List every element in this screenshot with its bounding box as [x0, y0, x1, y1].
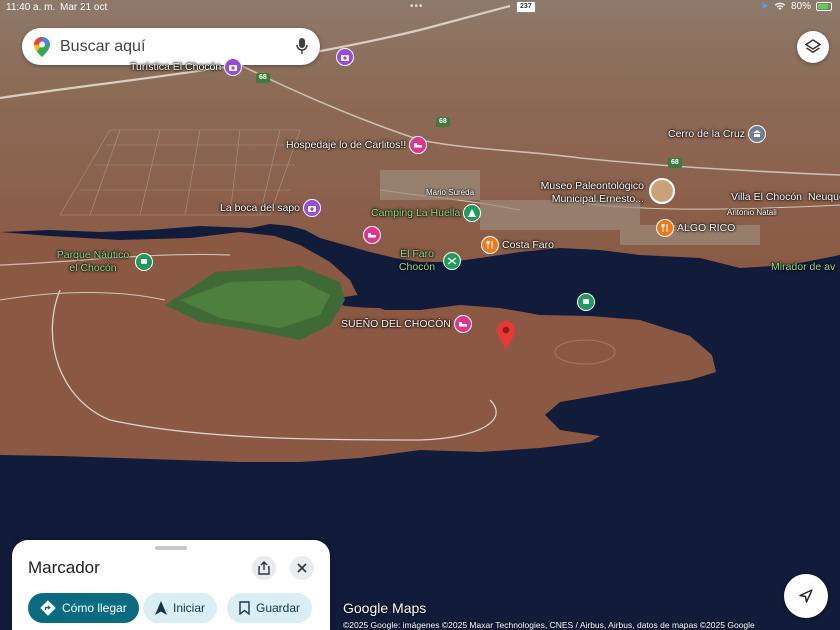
battery-icon	[816, 2, 832, 11]
save-label: Guardar	[256, 601, 301, 615]
mic-icon[interactable]	[296, 38, 308, 55]
bed-icon	[453, 315, 472, 333]
poi-label: ALGO RICO	[677, 222, 736, 234]
place-sheet[interactable]: Marcador Cómo llegar Iniciar Guardar	[12, 540, 330, 630]
status-date: Mar 21 oct	[60, 2, 108, 13]
status-time: 11:40 a. m.	[6, 2, 56, 13]
poi-label: Museo Paleontológico Municipal Ernesto..…	[540, 180, 644, 205]
directions-icon	[40, 600, 56, 616]
bed-icon	[409, 136, 428, 154]
restaurant-icon	[481, 236, 499, 254]
picnic-icon	[443, 252, 461, 270]
poi-parque[interactable]: Parque Náutico el Chocón	[54, 249, 153, 275]
poi-hotel-pink[interactable]	[363, 226, 381, 244]
layers-button[interactable]	[797, 31, 829, 63]
close-icon	[297, 563, 307, 573]
poi-hospedaje[interactable]: Hospedaje lo de Carlitos!!	[286, 136, 428, 154]
restaurant-icon	[656, 219, 674, 237]
multitasking-dots[interactable]: •••	[410, 1, 424, 12]
poi-label-neuquen: Neuque	[808, 191, 840, 203]
poi-sueno[interactable]: SUEÑO DEL CHOCÓN	[341, 315, 472, 333]
street-antonio-natali: Antonio Natali	[727, 208, 777, 217]
share-icon	[258, 561, 270, 575]
poi-la-boca[interactable]: La boca del sapo	[220, 199, 321, 217]
park-icon	[135, 253, 153, 271]
poi-label: El Faro Chocón	[398, 248, 436, 273]
route-237-shield: 237	[516, 1, 536, 13]
navigation-icon	[155, 601, 167, 615]
route-68-shield: 68	[668, 158, 682, 168]
park-icon	[577, 293, 595, 311]
poi-label: SUEÑO DEL CHOCÓN	[341, 318, 451, 330]
poi-label: Mirador de av	[771, 261, 836, 273]
bookmark-icon	[239, 601, 250, 615]
save-button[interactable]: Guardar	[227, 593, 313, 623]
my-location-icon	[799, 589, 813, 603]
bed-icon	[363, 226, 381, 244]
poi-label: Costa Faro	[502, 239, 554, 251]
camera-icon	[224, 58, 243, 76]
layers-icon	[805, 39, 821, 54]
wifi-icon	[774, 2, 786, 10]
map-attribution: ©2025 Google: imágenes ©2025 Maxar Techn…	[343, 620, 755, 630]
red-marker-icon[interactable]	[497, 321, 515, 349]
google-maps-pin-icon	[34, 37, 50, 57]
location-arrow-icon: ➤	[760, 1, 769, 12]
landmark-icon	[748, 125, 767, 143]
drag-handle[interactable]	[155, 546, 187, 550]
poi-museo[interactable]: Museo Paleontológico Municipal Ernesto..…	[526, 178, 675, 206]
sheet-title: Marcador	[28, 558, 100, 577]
close-button[interactable]	[290, 556, 314, 580]
poi-villa[interactable]: Villa El Chocón Neuque	[731, 191, 840, 203]
tent-icon	[463, 204, 482, 222]
start-label: Iniciar	[173, 601, 206, 615]
route-68-shield: 68	[436, 117, 450, 127]
poi-label: Turística El Chocón	[130, 61, 222, 73]
poi-algo-rico[interactable]: ALGO RICO	[656, 219, 735, 237]
poi-green-marker[interactable]	[577, 293, 595, 311]
directions-button[interactable]: Cómo llegar	[28, 593, 139, 623]
status-bar: 11:40 a. m. Mar 21 oct ••• ➤ 80%	[0, 0, 840, 16]
route-68-shield: 68	[256, 73, 270, 83]
poi-el-faro[interactable]: El Faro Chocón	[394, 248, 461, 274]
directions-label: Cómo llegar	[62, 601, 127, 615]
poi-camping[interactable]: Camping La Huella	[371, 204, 482, 222]
battery-percent: 80%	[790, 1, 811, 12]
camera-icon	[302, 199, 321, 217]
poi-label: Villa El Chocón	[731, 191, 803, 203]
poi-cerro[interactable]: Cerro de la Cruz	[668, 125, 767, 143]
status-right: ➤ 80%	[761, 1, 832, 12]
poi-mirador[interactable]: Mirador de av	[771, 261, 835, 273]
share-button[interactable]	[252, 556, 276, 580]
poi-turistica[interactable]: Turística El Chocón	[130, 58, 243, 76]
poi-label: Hospedaje lo de Carlitos!!	[286, 139, 407, 151]
google-maps-brand: Google Maps	[343, 600, 427, 616]
search-input[interactable]: Buscar aquí	[60, 38, 145, 56]
poi-costa-faro[interactable]: Costa Faro	[481, 236, 554, 254]
my-location-button[interactable]	[784, 574, 828, 618]
poi-label: Parque Náutico el Chocón	[56, 249, 130, 274]
poi-label: La boca del sapo	[220, 202, 300, 214]
camera-icon	[336, 48, 354, 66]
street-mario-sureda: Mario Sureda	[426, 188, 475, 197]
museum-photo-thumbnail	[649, 178, 675, 204]
poi-label: Cerro de la Cruz	[668, 128, 746, 140]
poi-camera-top[interactable]	[336, 48, 354, 66]
start-button[interactable]: Iniciar	[143, 593, 218, 623]
poi-label: Camping La Huella	[371, 207, 461, 219]
